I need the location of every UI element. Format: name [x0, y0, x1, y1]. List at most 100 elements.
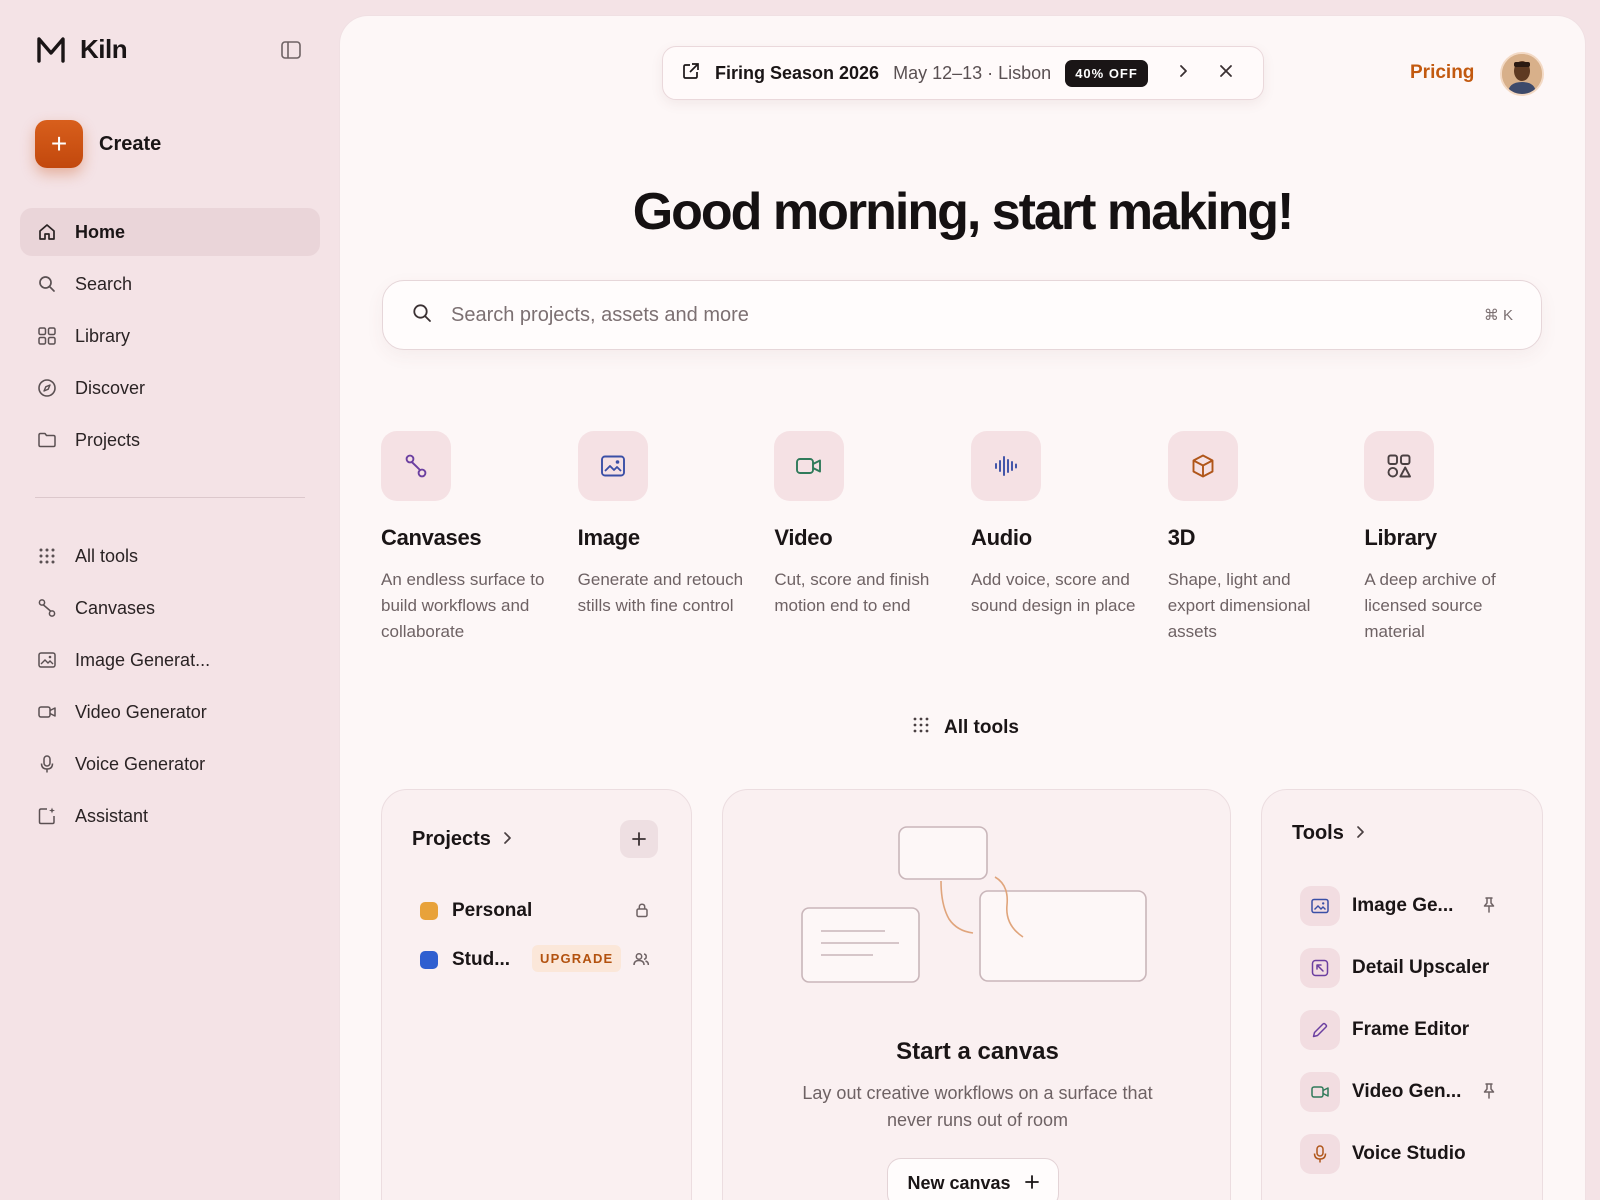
create-button[interactable]: + Create: [35, 120, 161, 168]
all-tools-link[interactable]: All tools: [912, 716, 1019, 740]
canvas-icon: [381, 431, 451, 501]
projects-card-header[interactable]: Projects: [412, 828, 513, 851]
category-title: Audio: [971, 525, 1032, 550]
nav-item-image-generator[interactable]: Image Generat...: [20, 636, 320, 684]
sidebar-toggle-icon[interactable]: [280, 40, 302, 60]
nav-item-voice-generator[interactable]: Voice Generator: [20, 740, 320, 788]
promo-title: Firing Season 2026: [715, 62, 880, 83]
video-icon: [1300, 1072, 1340, 1112]
main-panel: Firing Season 2026 May 12–13 · Lisbon 40…: [340, 16, 1585, 1200]
project-item[interactable]: Stud... UPGRADE: [420, 945, 650, 972]
nav-item-library[interactable]: Library: [20, 312, 320, 360]
project-name: Personal: [452, 900, 533, 921]
tool-name: Frame Editor: [1352, 1019, 1470, 1040]
search-icon: [37, 274, 57, 294]
close-icon[interactable]: [1218, 63, 1234, 84]
grid-icon: [37, 326, 57, 346]
pricing-link[interactable]: Pricing: [1410, 62, 1474, 84]
nav-item-label: Assistant: [75, 805, 149, 826]
tool-item[interactable]: Image Ge...: [1300, 886, 1500, 926]
category-video[interactable]: Video Cut, score and finish motion end t…: [774, 431, 971, 645]
nav-item-label: Home: [75, 221, 126, 242]
card-title: Tools: [1292, 822, 1344, 844]
external-link-icon: [681, 61, 701, 86]
nav-item-projects[interactable]: Projects: [20, 416, 320, 464]
chevron-right-icon: [1354, 822, 1366, 845]
tool-item[interactable]: Voice Studio: [1300, 1134, 1500, 1174]
nav-item-discover[interactable]: Discover: [20, 364, 320, 412]
image-icon: [37, 650, 57, 670]
tools-card-header[interactable]: Tools: [1292, 822, 1366, 845]
upgrade-badge[interactable]: UPGRADE: [532, 945, 622, 972]
sparkle-edit-icon: [37, 806, 57, 826]
nav-item-search[interactable]: Search: [20, 260, 320, 308]
shapes-icon: [1364, 431, 1435, 501]
category-desc: An endless surface to build workflows an…: [381, 570, 545, 641]
category-title: Video: [774, 525, 833, 550]
category-desc: A deep archive of licensed source materi…: [1364, 570, 1496, 641]
project-item[interactable]: Personal: [420, 900, 650, 922]
canvas-illustration: [801, 826, 1147, 983]
upscale-icon: [1300, 948, 1340, 988]
card-title: Start a canvas: [896, 1038, 1059, 1065]
nav-item-all-tools[interactable]: All tools: [20, 532, 320, 580]
pencil-icon: [1300, 1010, 1340, 1050]
category-canvases[interactable]: Canvases An endless surface to build wor…: [381, 431, 578, 645]
create-label: Create: [99, 132, 162, 155]
pin-icon[interactable]: [1482, 1082, 1496, 1105]
new-canvas-button[interactable]: New canvas: [887, 1158, 1059, 1200]
primary-nav: Home Search Library Discover Projects: [20, 208, 320, 468]
project-color-dot: [420, 951, 438, 969]
tool-item[interactable]: Video Gen...: [1300, 1072, 1500, 1112]
category-3d[interactable]: 3D Shape, light and export dimensional a…: [1167, 431, 1365, 645]
microphone-icon: [37, 754, 57, 774]
brand[interactable]: Kiln: [36, 34, 128, 65]
home-icon: [37, 222, 57, 242]
category-desc: Generate and retouch stills with fine co…: [577, 570, 744, 615]
users-icon: [632, 951, 650, 972]
add-project-button[interactable]: [620, 820, 658, 858]
search-input[interactable]: [451, 303, 1466, 327]
category-desc: Cut, score and finish motion end to end: [774, 570, 930, 615]
page-title: Good morning, start making!: [632, 183, 1295, 241]
nav-item-label: Video Generator: [75, 701, 207, 722]
nav-item-home[interactable]: Home: [20, 208, 320, 256]
chevron-right-icon[interactable]: [1176, 63, 1190, 84]
all-tools-label: All tools: [944, 717, 1019, 738]
tool-item[interactable]: Frame Editor: [1300, 1010, 1500, 1050]
tool-name: Image Ge...: [1352, 895, 1454, 916]
search-bar[interactable]: ⌘ K: [382, 280, 1542, 350]
category-library[interactable]: Library A deep archive of licensed sourc…: [1364, 431, 1561, 645]
tools-card: Tools Image Ge... Detail Upscaler Frame …: [1261, 789, 1543, 1200]
app-name: Kiln: [80, 34, 128, 64]
canvas-icon: [37, 598, 57, 618]
nav-item-canvases[interactable]: Canvases: [20, 584, 320, 632]
pin-icon[interactable]: [1482, 896, 1496, 919]
nav-item-assistant[interactable]: Assistant: [20, 792, 320, 840]
tool-item[interactable]: Detail Upscaler: [1300, 948, 1500, 988]
plus-icon: [1024, 1173, 1039, 1194]
nav-item-video-generator[interactable]: Video Generator: [20, 688, 320, 736]
category-audio[interactable]: Audio Add voice, score and sound design …: [971, 431, 1168, 645]
nav-item-label: Library: [75, 325, 131, 346]
promo-banner[interactable]: Firing Season 2026 May 12–13 · Lisbon 40…: [662, 46, 1264, 100]
keyboard-shortcut: ⌘ K: [1483, 307, 1513, 324]
avatar[interactable]: [1500, 52, 1544, 96]
category-image[interactable]: Image Generate and retouch stills with f…: [577, 431, 775, 645]
card-title: Projects: [412, 828, 491, 850]
category-title: Image: [577, 525, 640, 550]
nav-item-label: Projects: [75, 429, 141, 450]
nav-item-label: All tools: [75, 545, 139, 566]
chevron-right-icon: [501, 828, 513, 851]
video-icon: [774, 431, 845, 501]
dots-grid-icon: [912, 716, 930, 740]
project-color-dot: [420, 902, 438, 920]
nav-item-label: Canvases: [75, 597, 156, 618]
tool-name: Voice Studio: [1352, 1143, 1466, 1164]
sidebar: Kiln + Create Home Search Library Discov…: [0, 0, 340, 1200]
promo-meta: May 12–13 · Lisbon: [893, 62, 1052, 83]
search-icon: [411, 302, 433, 329]
microphone-icon: [1300, 1134, 1340, 1174]
card-description: Lay out creative workflows on a surface …: [802, 1083, 1153, 1130]
category-title: 3D: [1167, 525, 1196, 550]
